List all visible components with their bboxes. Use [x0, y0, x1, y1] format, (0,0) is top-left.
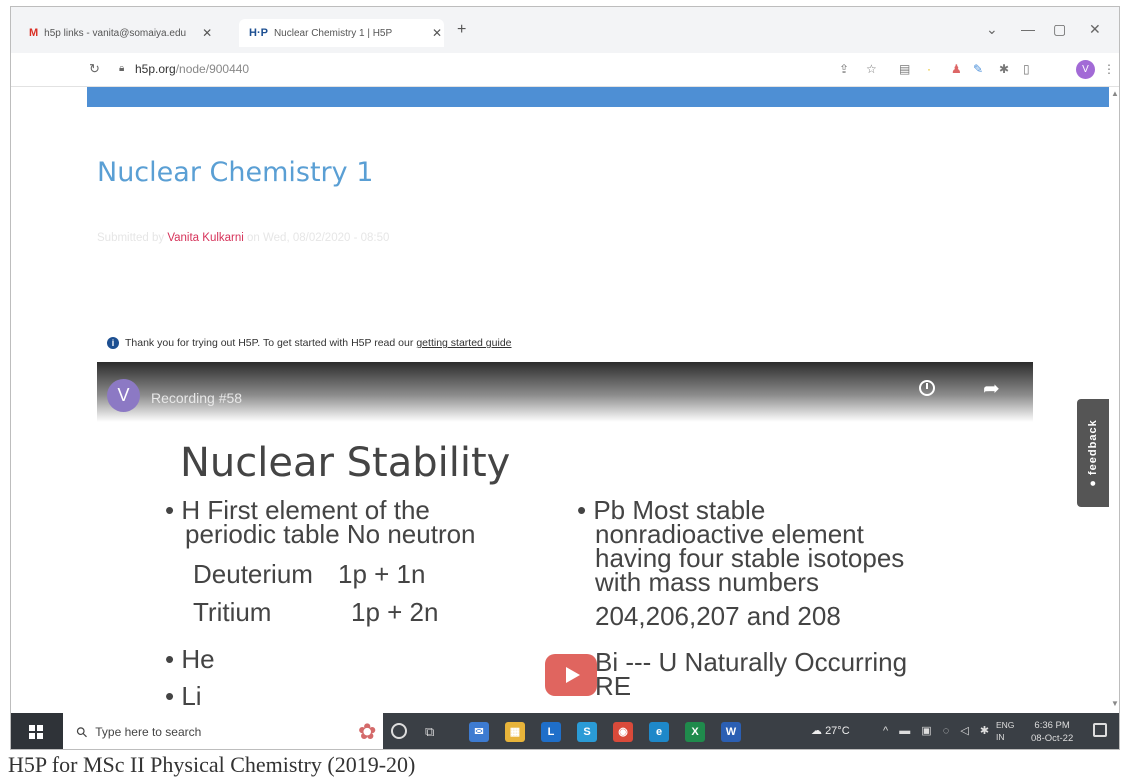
video-header: V Recording #58 ➦ [97, 362, 1033, 422]
extension-icon[interactable]: ♟ [951, 62, 962, 76]
site-header-bar [87, 87, 1109, 107]
taskbar-search[interactable]: ⚲ Type here to search ✿ [63, 713, 383, 749]
chevron-down-icon[interactable]: ⌄ [986, 21, 998, 38]
extension-icon[interactable]: ▤ [899, 62, 910, 76]
share-icon[interactable]: ➦ [983, 376, 1000, 401]
page-title: Nuclear Chemistry 1 [97, 157, 374, 188]
getting-started-link[interactable]: getting started guide [416, 337, 511, 349]
info-icon: i [107, 337, 119, 349]
tab-h5p[interactable]: H·P Nuclear Chemistry 1 | H5P ✕ [239, 19, 444, 47]
reload-icon[interactable]: ↻ [89, 61, 100, 77]
author-link[interactable]: Vanita Kulkarni [167, 232, 244, 244]
tab-strip: M h5p links - vanita@somaiya.edu ✕ H·P N… [11, 7, 1119, 53]
slide-title: Nuclear Stability [180, 440, 511, 486]
info-notice: i Thank you for trying out H5P. To get s… [107, 337, 512, 349]
lang-code: ENG [996, 720, 1015, 730]
word-icon[interactable]: W [721, 722, 741, 742]
video-title[interactable]: Recording #58 [151, 390, 242, 406]
feedback-tab[interactable]: ● feedback [1077, 399, 1109, 507]
search-icon: ⚲ [72, 722, 92, 741]
edge-icon[interactable]: e [649, 722, 669, 742]
isotope-composition: 1p + 1n [338, 559, 426, 589]
temperature: 27°C [825, 725, 850, 737]
feedback-label: ● feedback [1087, 419, 1099, 487]
puzzle-icon[interactable]: ✱ [999, 62, 1009, 76]
restore-button[interactable]: ▢ [1053, 21, 1066, 38]
scroll-down-arrow[interactable]: ▼ [1111, 699, 1119, 708]
slide-line: RE [595, 671, 632, 701]
isotope-composition: 1p + 2n [351, 597, 439, 627]
excel-icon[interactable]: X [685, 722, 705, 742]
url-field[interactable]: h5p.org/node/900440 [135, 62, 249, 76]
close-icon[interactable]: ✕ [432, 26, 442, 40]
url-domain: h5p.org [135, 62, 176, 76]
slide-bullet: • He [165, 644, 215, 674]
slide-bullet-cont: with mass numbers [595, 567, 819, 597]
address-bar: ↻ 🔒︎ h5p.org/node/900440 ⇪ ☆ ▤ · ♟ ✎ ✱ ▯… [11, 53, 1119, 87]
profile-avatar[interactable]: V [1076, 60, 1095, 79]
taskbar-clock[interactable]: 6:36 PM 08-Oct-22 [1031, 719, 1073, 745]
play-button[interactable] [545, 654, 597, 696]
language-indicator[interactable]: ENG IN [996, 719, 1014, 743]
cortana-icon[interactable] [391, 723, 407, 739]
chrome-icon[interactable]: ◉ [613, 722, 633, 742]
time: 6:36 PM [1034, 720, 1070, 731]
tab-gmail[interactable]: M h5p links - vanita@somaiya.edu ✕ [29, 19, 234, 47]
isotope-name: Tritium [193, 597, 272, 627]
slide-bullet-cont: 204,206,207 and 208 [595, 601, 841, 631]
share-page-icon[interactable]: ⇪ [839, 62, 849, 76]
new-tab-button[interactable]: + [457, 21, 466, 39]
tab-title: h5p links - vanita@somaiya.edu [44, 27, 187, 39]
slide-bullet: • Li [165, 681, 202, 711]
weather-widget[interactable]: ☁ 27°C [811, 724, 850, 737]
tab-title: Nuclear Chemistry 1 | H5P [273, 27, 393, 39]
extension-icon[interactable]: ✎ [973, 62, 983, 76]
close-icon[interactable]: ✕ [202, 26, 212, 40]
submitted-date: on Wed, 08/02/2020 - 08:50 [243, 232, 390, 244]
search-highlight-icon: ✿ [358, 719, 377, 744]
system-tray[interactable]: ^ ▬ ▣ ◌ ◁ ✱ [883, 724, 993, 737]
notice-text: Thank you for trying out H5P. To get sta… [125, 337, 414, 349]
minimize-button[interactable]: — [1021, 21, 1035, 37]
notification-icon[interactable] [1093, 723, 1107, 737]
menu-icon[interactable]: ⋮ [1103, 62, 1115, 76]
gmail-icon: M [29, 27, 39, 39]
taskbar: ⚲ Type here to search ✿ ⧉ ✉ ▦ L S ◉ e X … [11, 713, 1119, 749]
date: 08-Oct-22 [1031, 733, 1074, 744]
app-l-icon[interactable]: L [541, 722, 561, 742]
submitted-prefix: Submitted by [97, 232, 168, 244]
scroll-up-arrow[interactable]: ▲ [1111, 89, 1119, 98]
region-code: IN [996, 732, 1005, 742]
isotope-name: Deuterium [193, 559, 313, 589]
url-path: /node/900440 [175, 62, 250, 76]
calendar-app-icon[interactable]: ▦ [505, 722, 525, 742]
watch-later-icon[interactable] [919, 380, 935, 396]
sidebar-icon[interactable]: ▯ [1023, 62, 1030, 76]
search-placeholder: Type here to search [95, 725, 202, 739]
star-icon[interactable]: ☆ [866, 62, 877, 76]
channel-avatar[interactable]: V [107, 379, 140, 412]
extension-icon[interactable]: · [927, 62, 931, 76]
skype-icon[interactable]: S [577, 722, 597, 742]
slide-bullet-cont: periodic table No neutron [185, 519, 476, 549]
close-window-button[interactable]: ✕ [1089, 21, 1101, 38]
slide-line: Bi --- U Naturally Occurring [595, 647, 908, 677]
task-view-icon[interactable]: ⧉ [425, 724, 434, 740]
lock-icon[interactable]: 🔒︎ [119, 63, 124, 74]
h5p-icon: H·P [249, 27, 268, 39]
video-player[interactable]: V Recording #58 ➦ Nuclear Stability • H … [97, 362, 1033, 712]
screen: M h5p links - vanita@somaiya.edu ✕ H·P N… [10, 6, 1120, 750]
mail-app-icon[interactable]: ✉ [469, 722, 489, 742]
submitted-line: Submitted by Vanita Kulkarni on Wed, 08/… [97, 232, 389, 244]
start-button[interactable] [11, 713, 63, 749]
caption: H5P for MSc II Physical Chemistry (2019-… [8, 752, 416, 777]
cloud-icon: ☁ [811, 725, 826, 737]
